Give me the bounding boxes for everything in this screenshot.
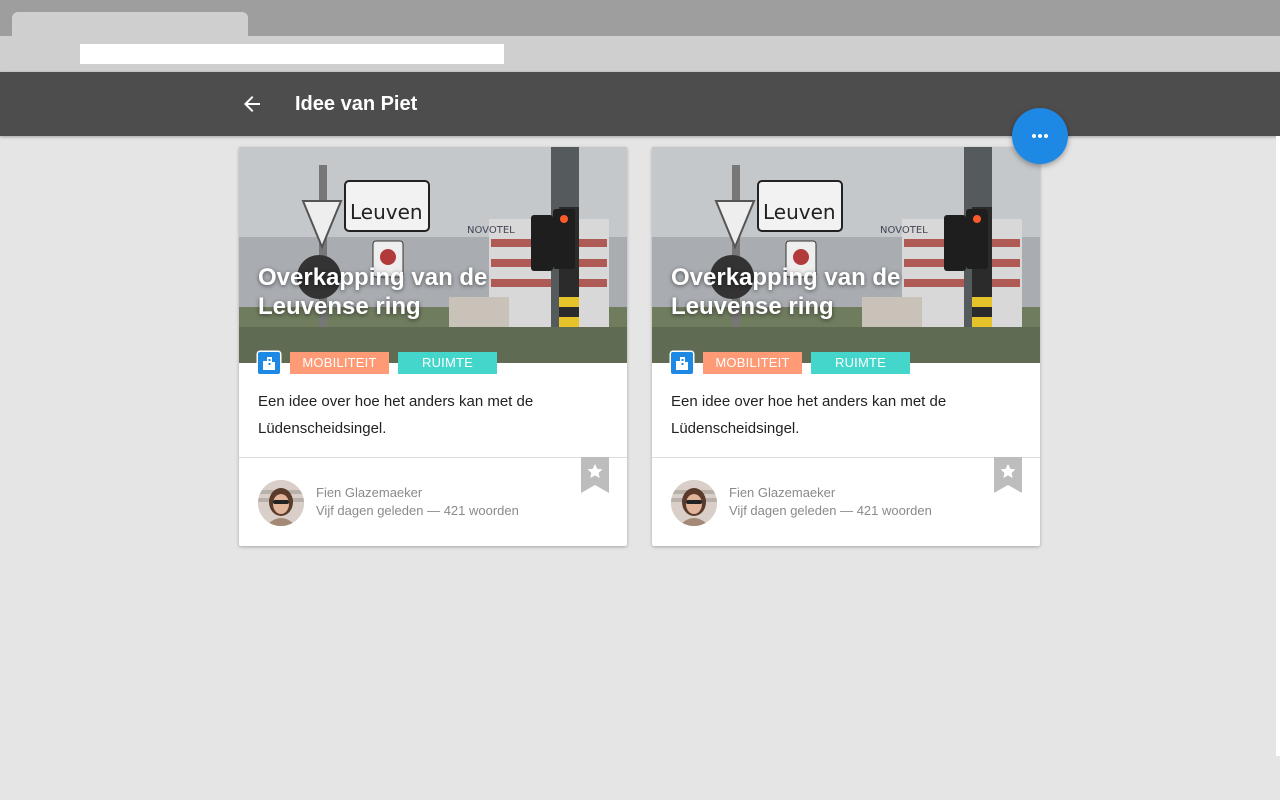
card-description: Een idee over hoe het anders kan met de … [258, 393, 534, 437]
post-meta: Vijf dagen geleden — 421 woorden [316, 503, 519, 518]
star-bookmark-icon [581, 457, 609, 493]
card-cover-image: NOVOTEL Leuven Overkapping van de Leuven… [652, 147, 1040, 363]
more-horizontal-icon [1032, 134, 1048, 138]
city-buildings-icon [258, 352, 280, 374]
browser-toolbar [0, 36, 1280, 72]
arrow-back-icon [244, 96, 260, 112]
building-text: NOVOTEL [880, 225, 928, 236]
page-title: Idee van Piet [295, 93, 418, 115]
city-buildings-icon [671, 352, 693, 374]
scrollbar[interactable] [1276, 136, 1280, 756]
card-cover-image: NOVOTEL Leuven Overkapping van de Leuven… [239, 147, 627, 363]
tag-mobiliteit[interactable]: MOBILITEIT [703, 352, 802, 374]
divider [652, 457, 1040, 458]
browser-tab[interactable] [12, 12, 248, 36]
idea-card[interactable]: NOVOTEL Leuven Overkapping van de Leuven… [652, 147, 1040, 546]
avatar[interactable] [671, 480, 717, 526]
card-title[interactable]: Overkapping van de Leuvense ring [258, 263, 558, 321]
card-description: Een idee over hoe het anders kan met de … [671, 393, 947, 437]
app-bar: Idee van Piet [0, 72, 1280, 136]
tag-row: MOBILITEIT RUIMTE [258, 352, 506, 374]
browser-tab-strip [0, 0, 1280, 36]
post-meta: Vijf dagen geleden — 421 woorden [729, 503, 932, 518]
bookmark-button[interactable] [994, 457, 1022, 493]
sign-text: Leuven [350, 200, 423, 224]
idea-card[interactable]: NOVOTEL Leuven Overkapping van de Leuven… [239, 147, 627, 546]
back-button[interactable] [236, 88, 268, 120]
tag-ruimte[interactable]: RUIMTE [811, 352, 910, 374]
bookmark-button[interactable] [581, 457, 609, 493]
tag-mobiliteit[interactable]: MOBILITEIT [290, 352, 389, 374]
avatar[interactable] [258, 480, 304, 526]
tag-ruimte[interactable]: RUIMTE [398, 352, 497, 374]
star-bookmark-icon [994, 457, 1022, 493]
divider [239, 457, 627, 458]
author-name[interactable]: Fien Glazemaeker [729, 485, 835, 501]
tag-row: MOBILITEIT RUIMTE [671, 352, 919, 374]
address-bar[interactable] [80, 44, 504, 64]
card-title[interactable]: Overkapping van de Leuvense ring [671, 263, 971, 321]
sign-text: Leuven [763, 200, 836, 224]
author-name[interactable]: Fien Glazemaeker [316, 485, 422, 501]
building-text: NOVOTEL [467, 225, 515, 236]
more-options-button[interactable] [1012, 108, 1068, 164]
